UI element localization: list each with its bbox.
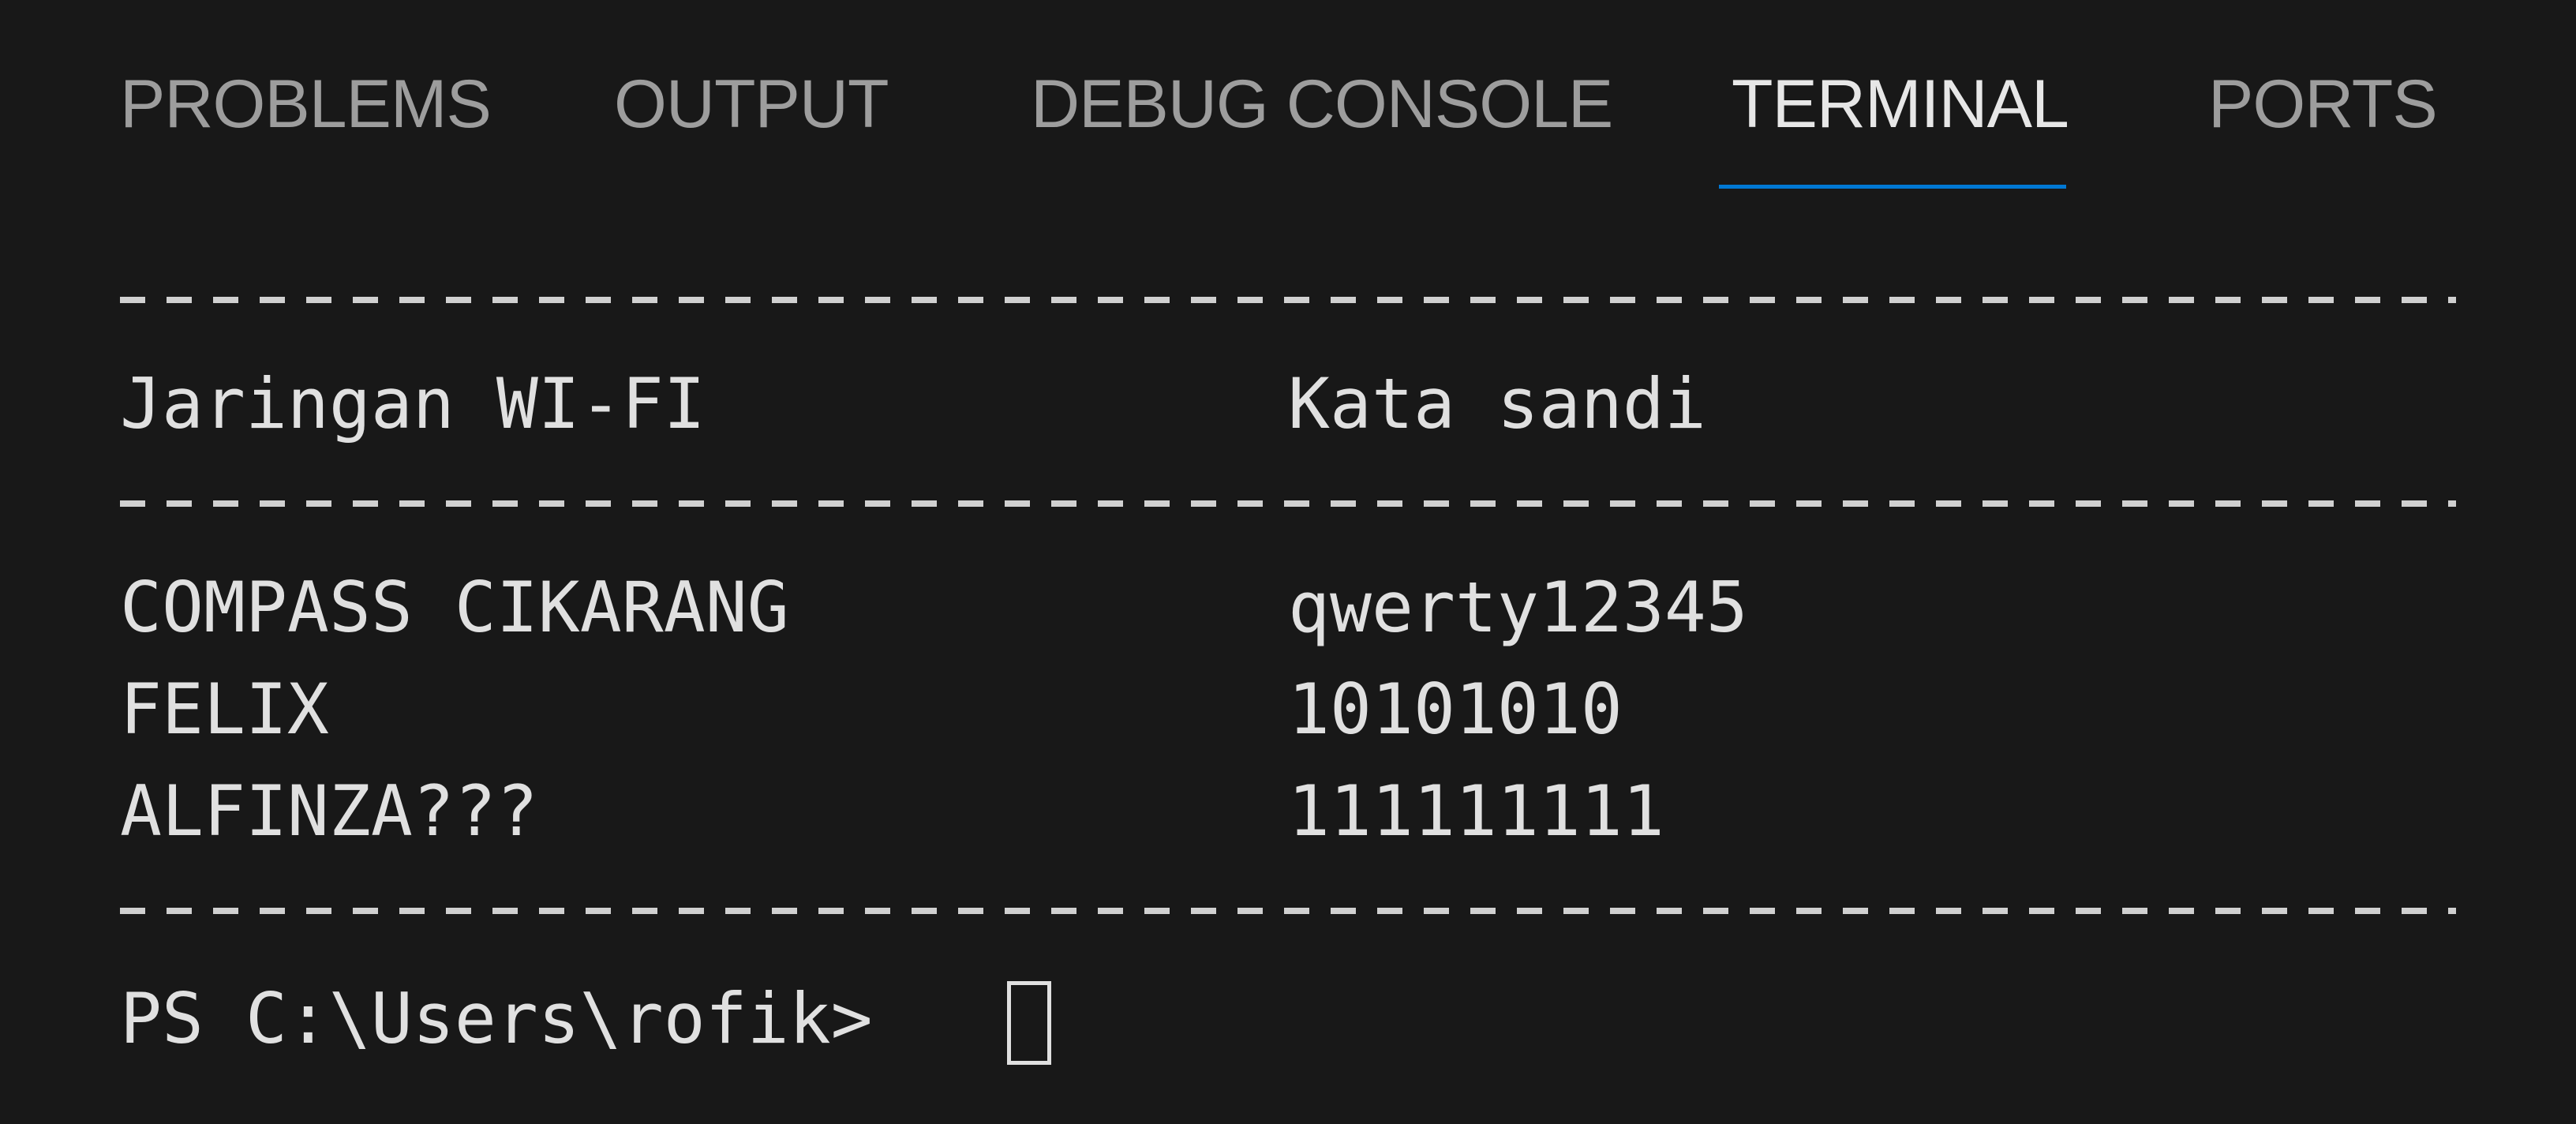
separator-line [120,455,2488,556]
table-header-row: Jaringan WI-FI Kata sandi [120,353,2488,455]
separator-line [120,862,2488,964]
tab-ports[interactable]: PORTS [2208,65,2438,144]
network-password: 10101010 [1288,669,1623,750]
prompt-line[interactable]: PS C:\Users\rofik> [120,964,2488,1074]
active-tab-indicator [1719,185,2066,189]
network-name: ALFINZA??? [120,770,538,852]
table-row: COMPASS CIKARANG qwerty12345 [120,556,2488,658]
header-password: Kata sandi [1288,363,1706,444]
separator-line [120,251,2488,353]
network-password: qwerty12345 [1288,567,1748,648]
terminal-cursor [1007,981,1051,1065]
tab-terminal[interactable]: TERMINAL [1732,65,2069,144]
table-row: FELIX 10101010 [120,658,2488,760]
shell-prompt: PS C:\Users\rofik> [120,978,873,1059]
tab-problems[interactable]: PROBLEMS [120,65,492,144]
tab-output[interactable]: OUTPUT [614,65,889,144]
tab-debug-console[interactable]: DEBUG CONSOLE [1031,65,1613,144]
network-name: COMPASS CIKARANG [120,567,789,648]
terminal-output[interactable]: Jaringan WI-FI Kata sandi COMPASS CIKARA… [120,251,2488,1074]
header-network: Jaringan WI-FI [120,363,706,444]
table-row: ALFINZA??? 111111111 [120,760,2488,862]
network-password: 111111111 [1288,770,1664,852]
panel: PROBLEMS OUTPUT DEBUG CONSOLE TERMINAL P… [0,0,2576,1124]
panel-tab-bar: PROBLEMS OUTPUT DEBUG CONSOLE TERMINAL P… [0,0,2576,197]
network-name: FELIX [120,669,329,750]
